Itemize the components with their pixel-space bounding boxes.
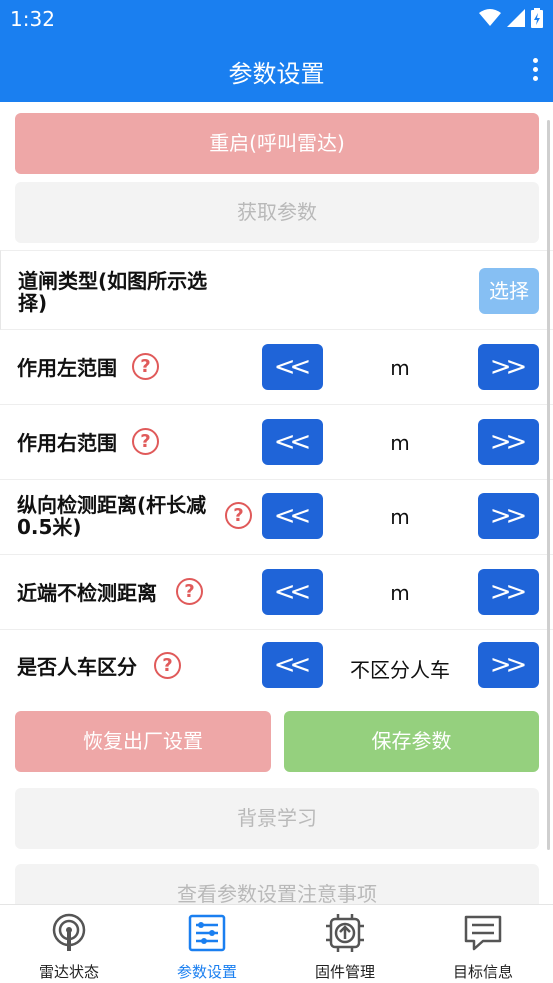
settings-content[interactable]: 重启(呼叫雷达) 获取参数 道闸类型(如图所示选择) 选择 作用左范围 ? <<… <box>0 104 553 904</box>
get-params-button[interactable]: 获取参数 <box>15 182 539 243</box>
background-learning-button[interactable]: 背景学习 <box>15 788 539 849</box>
help-icon[interactable]: ? <box>154 652 181 679</box>
wifi-icon <box>479 9 501 26</box>
gate-type-label: 道闸类型(如图所示选择) <box>18 269 208 315</box>
param-value: 不区分人车 <box>350 658 450 682</box>
help-icon[interactable]: ? <box>132 353 159 380</box>
increase-button[interactable]: >> <box>478 642 539 688</box>
message-icon <box>464 915 502 951</box>
nav-item-firmware[interactable]: 固件管理 <box>276 913 414 982</box>
nav-label: 固件管理 <box>314 963 375 981</box>
param-row-longitudinal-distance: 纵向检测距离(杆长减0.5米) ? << m >> <box>0 480 553 555</box>
restore-factory-button[interactable]: 恢复出厂设置 <box>15 711 271 772</box>
status-bar: 1:32 <box>0 0 553 38</box>
more-options-icon[interactable] <box>531 58 539 84</box>
param-label: 作用右范围 <box>17 431 117 455</box>
scrollbar[interactable] <box>547 120 550 850</box>
status-icons <box>479 8 543 28</box>
decrease-button[interactable]: << <box>262 642 323 688</box>
increase-button[interactable]: >> <box>478 419 539 465</box>
help-icon[interactable]: ? <box>225 502 252 529</box>
param-row-left-range: 作用左范围 ? << m >> <box>0 330 553 405</box>
param-label: 是否人车区分 <box>17 655 137 679</box>
gate-type-row: 道闸类型(如图所示选择) 选择 <box>0 250 553 330</box>
param-value: m <box>390 505 410 529</box>
increase-button[interactable]: >> <box>478 569 539 615</box>
increase-button[interactable]: >> <box>478 493 539 539</box>
chip-upload-icon <box>326 914 364 952</box>
nav-label: 参数设置 <box>176 963 237 981</box>
nav-label: 雷达状态 <box>38 963 99 981</box>
settings-sliders-icon <box>188 914 226 952</box>
nav-item-radar-status[interactable]: 雷达状态 <box>0 913 138 982</box>
radar-icon <box>52 913 86 951</box>
param-row-right-range: 作用右范围 ? << m >> <box>0 405 553 480</box>
param-value: m <box>390 581 410 605</box>
app-bar: 参数设置 <box>0 38 553 102</box>
restart-button[interactable]: 重启(呼叫雷达) <box>15 113 539 174</box>
increase-button[interactable]: >> <box>478 344 539 390</box>
decrease-button[interactable]: << <box>262 344 323 390</box>
help-icon[interactable]: ? <box>132 428 159 455</box>
view-notes-button[interactable]: 查看参数设置注意事项 <box>15 864 539 904</box>
nav-item-param-settings[interactable]: 参数设置 <box>138 913 276 982</box>
param-label: 作用左范围 <box>17 356 117 380</box>
nav-label: 目标信息 <box>452 963 513 981</box>
param-label: 近端不检测距离 <box>17 581 157 605</box>
page-title: 参数设置 <box>228 60 325 88</box>
help-icon[interactable]: ? <box>176 578 203 605</box>
status-time: 1:32 <box>10 7 55 31</box>
param-value: m <box>390 431 410 455</box>
decrease-button[interactable]: << <box>262 493 323 539</box>
param-label: 纵向检测距离(杆长减0.5米) <box>17 493 207 539</box>
decrease-button[interactable]: << <box>262 419 323 465</box>
signal-icon <box>507 9 525 27</box>
param-value: m <box>390 356 410 380</box>
select-gate-button[interactable]: 选择 <box>479 268 539 314</box>
bottom-nav: 雷达状态 参数设置 固件管理 目标信息 <box>0 904 553 983</box>
param-row-person-vehicle: 是否人车区分 ? << 不区分人车 >> <box>0 630 553 702</box>
nav-item-target-info[interactable]: 目标信息 <box>414 913 552 982</box>
decrease-button[interactable]: << <box>262 569 323 615</box>
battery-icon <box>531 8 543 28</box>
param-row-near-blind-distance: 近端不检测距离 ? << m >> <box>0 555 553 630</box>
save-params-button[interactable]: 保存参数 <box>284 711 539 772</box>
